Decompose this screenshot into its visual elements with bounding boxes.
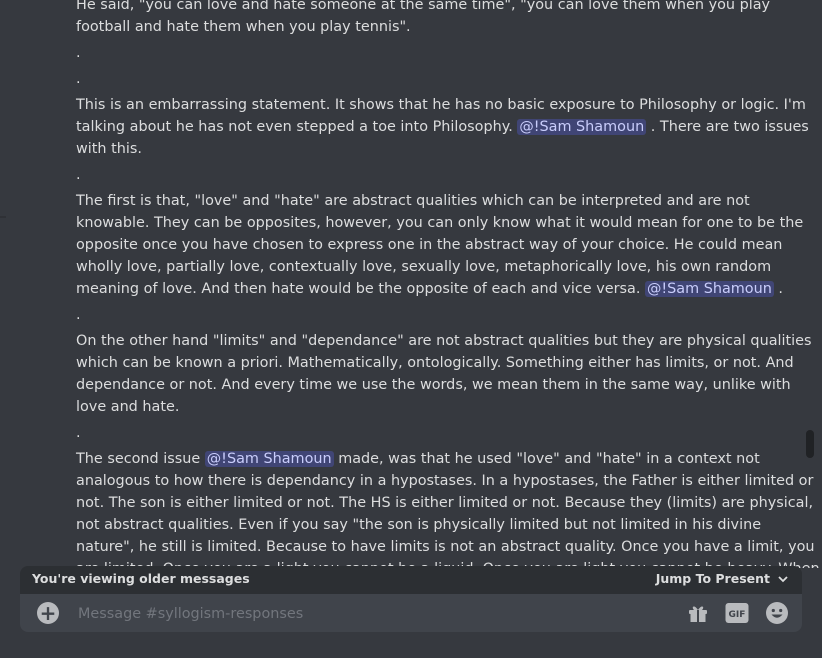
message-line: with this. — [76, 138, 766, 160]
message-input[interactable] — [76, 599, 640, 629]
message-text: talking about he has not even stepped a … — [76, 119, 518, 135]
svg-text:GIF: GIF — [729, 610, 746, 620]
message-content: He said, "you can love and hate someone … — [76, 0, 820, 568]
plus-circle-icon[interactable]: + — [37, 602, 59, 624]
message-text: knowable. They can be opposites, however… — [76, 215, 804, 231]
message-line: which can be known a priori. Mathematica… — [76, 352, 794, 374]
message-text: which can be known a priori. Mathematica… — [76, 355, 794, 371]
message-text: love and hate. — [76, 399, 180, 415]
message-line: dependance or not. And every time we use… — [76, 374, 791, 396]
separator-dot: . — [76, 71, 81, 87]
message-text: . There are two issues — [646, 119, 809, 135]
jump-to-present-label: Jump To Present — [655, 571, 770, 586]
message-text: On the other hand "limits" and "dependan… — [76, 333, 812, 349]
message-text: The first is that, "love" and "hate" are… — [76, 193, 750, 209]
message-text: with this. — [76, 141, 142, 157]
message-text: This is an embarrassing statement. It sh… — [76, 97, 806, 113]
message-text: opposite once you have chosen to express… — [76, 237, 783, 253]
chevron-down-icon — [778, 575, 788, 582]
gif-icon[interactable]: GIF — [725, 601, 749, 625]
emoji-icon[interactable] — [765, 601, 789, 625]
message-text: made, was that he used "love" and "hate"… — [333, 451, 760, 467]
message-text: not. The son is either limited or not. T… — [76, 495, 814, 511]
message-paragraph: The second issue @!Sam Shamoun made, was… — [76, 448, 820, 568]
separator-dot: . — [76, 167, 81, 183]
divider — [0, 216, 6, 218]
message-text: analogous to how there is dependancy in … — [76, 473, 814, 489]
user-mention[interactable]: @!Sam Shamoun — [644, 281, 774, 297]
message-line: not. The son is either limited or not. T… — [76, 492, 813, 514]
message-text: football and hate them when you play ten… — [76, 19, 411, 35]
user-mention[interactable]: @!Sam Shamoun — [204, 451, 334, 467]
message-line: wholly love, partially love, contextuall… — [76, 256, 771, 278]
message-line: talking about he has not even stepped a … — [76, 116, 809, 138]
message-line: analogous to how there is dependancy in … — [76, 470, 813, 492]
message-composer: + GIF — [20, 594, 802, 632]
gift-icon[interactable] — [686, 601, 710, 625]
chat-message-area: He said, "you can love and hate someone … — [0, 0, 822, 568]
message-paragraph: The first is that, "love" and "hate" are… — [76, 190, 803, 300]
message-line: The first is that, "love" and "hate" are… — [76, 190, 766, 212]
message-text: wholly love, partially love, contextuall… — [76, 259, 772, 275]
message-line: On the other hand "limits" and "dependan… — [76, 330, 812, 352]
message-line: opposite once you have chosen to express… — [76, 234, 782, 256]
message-line: nature", he still is limited. Because to… — [76, 536, 815, 558]
message-paragraph: This is an embarrassing statement. It sh… — [76, 94, 809, 160]
message-line: He said, "you can love and hate someone … — [76, 0, 770, 16]
message-text: meaning of love. And then hate would be … — [76, 281, 645, 297]
message-text: . — [773, 281, 783, 297]
message-paragraph: He said, "you can love and hate someone … — [76, 0, 770, 38]
message-text: The second issue — [76, 451, 205, 467]
message-paragraph: On the other hand "limits" and "dependan… — [76, 330, 812, 418]
separator-dot: . — [76, 307, 81, 323]
message-line: not abstract qualities. Even if you say … — [76, 514, 766, 536]
message-line: football and hate them when you play ten… — [76, 16, 766, 38]
message-text: dependance or not. And every time we use… — [76, 377, 791, 393]
message-line: love and hate. — [76, 396, 766, 418]
message-text: He said, "you can love and hate someone … — [76, 0, 771, 13]
message-line: This is an embarrassing statement. It sh… — [76, 94, 806, 116]
message-text: not abstract qualities. Even if you say … — [76, 517, 762, 533]
older-messages-bar: You're viewing older messages Jump To Pr… — [20, 566, 802, 594]
older-messages-text: You're viewing older messages — [32, 571, 250, 586]
jump-to-present-button[interactable]: Jump To Present — [656, 571, 788, 586]
separator-dot: . — [76, 45, 81, 61]
message-line: The second issue @!Sam Shamoun made, was… — [76, 448, 766, 470]
separator-dot: . — [76, 425, 81, 441]
user-mention[interactable]: @!Sam Shamoun — [517, 119, 647, 135]
message-text: nature", he still is limited. Because to… — [76, 539, 815, 555]
message-line: meaning of love. And then hate would be … — [76, 278, 783, 300]
message-line: knowable. They can be opposites, however… — [76, 212, 803, 234]
scrollbar-track[interactable] — [806, 0, 814, 568]
scrollbar-thumb[interactable] — [806, 430, 814, 458]
